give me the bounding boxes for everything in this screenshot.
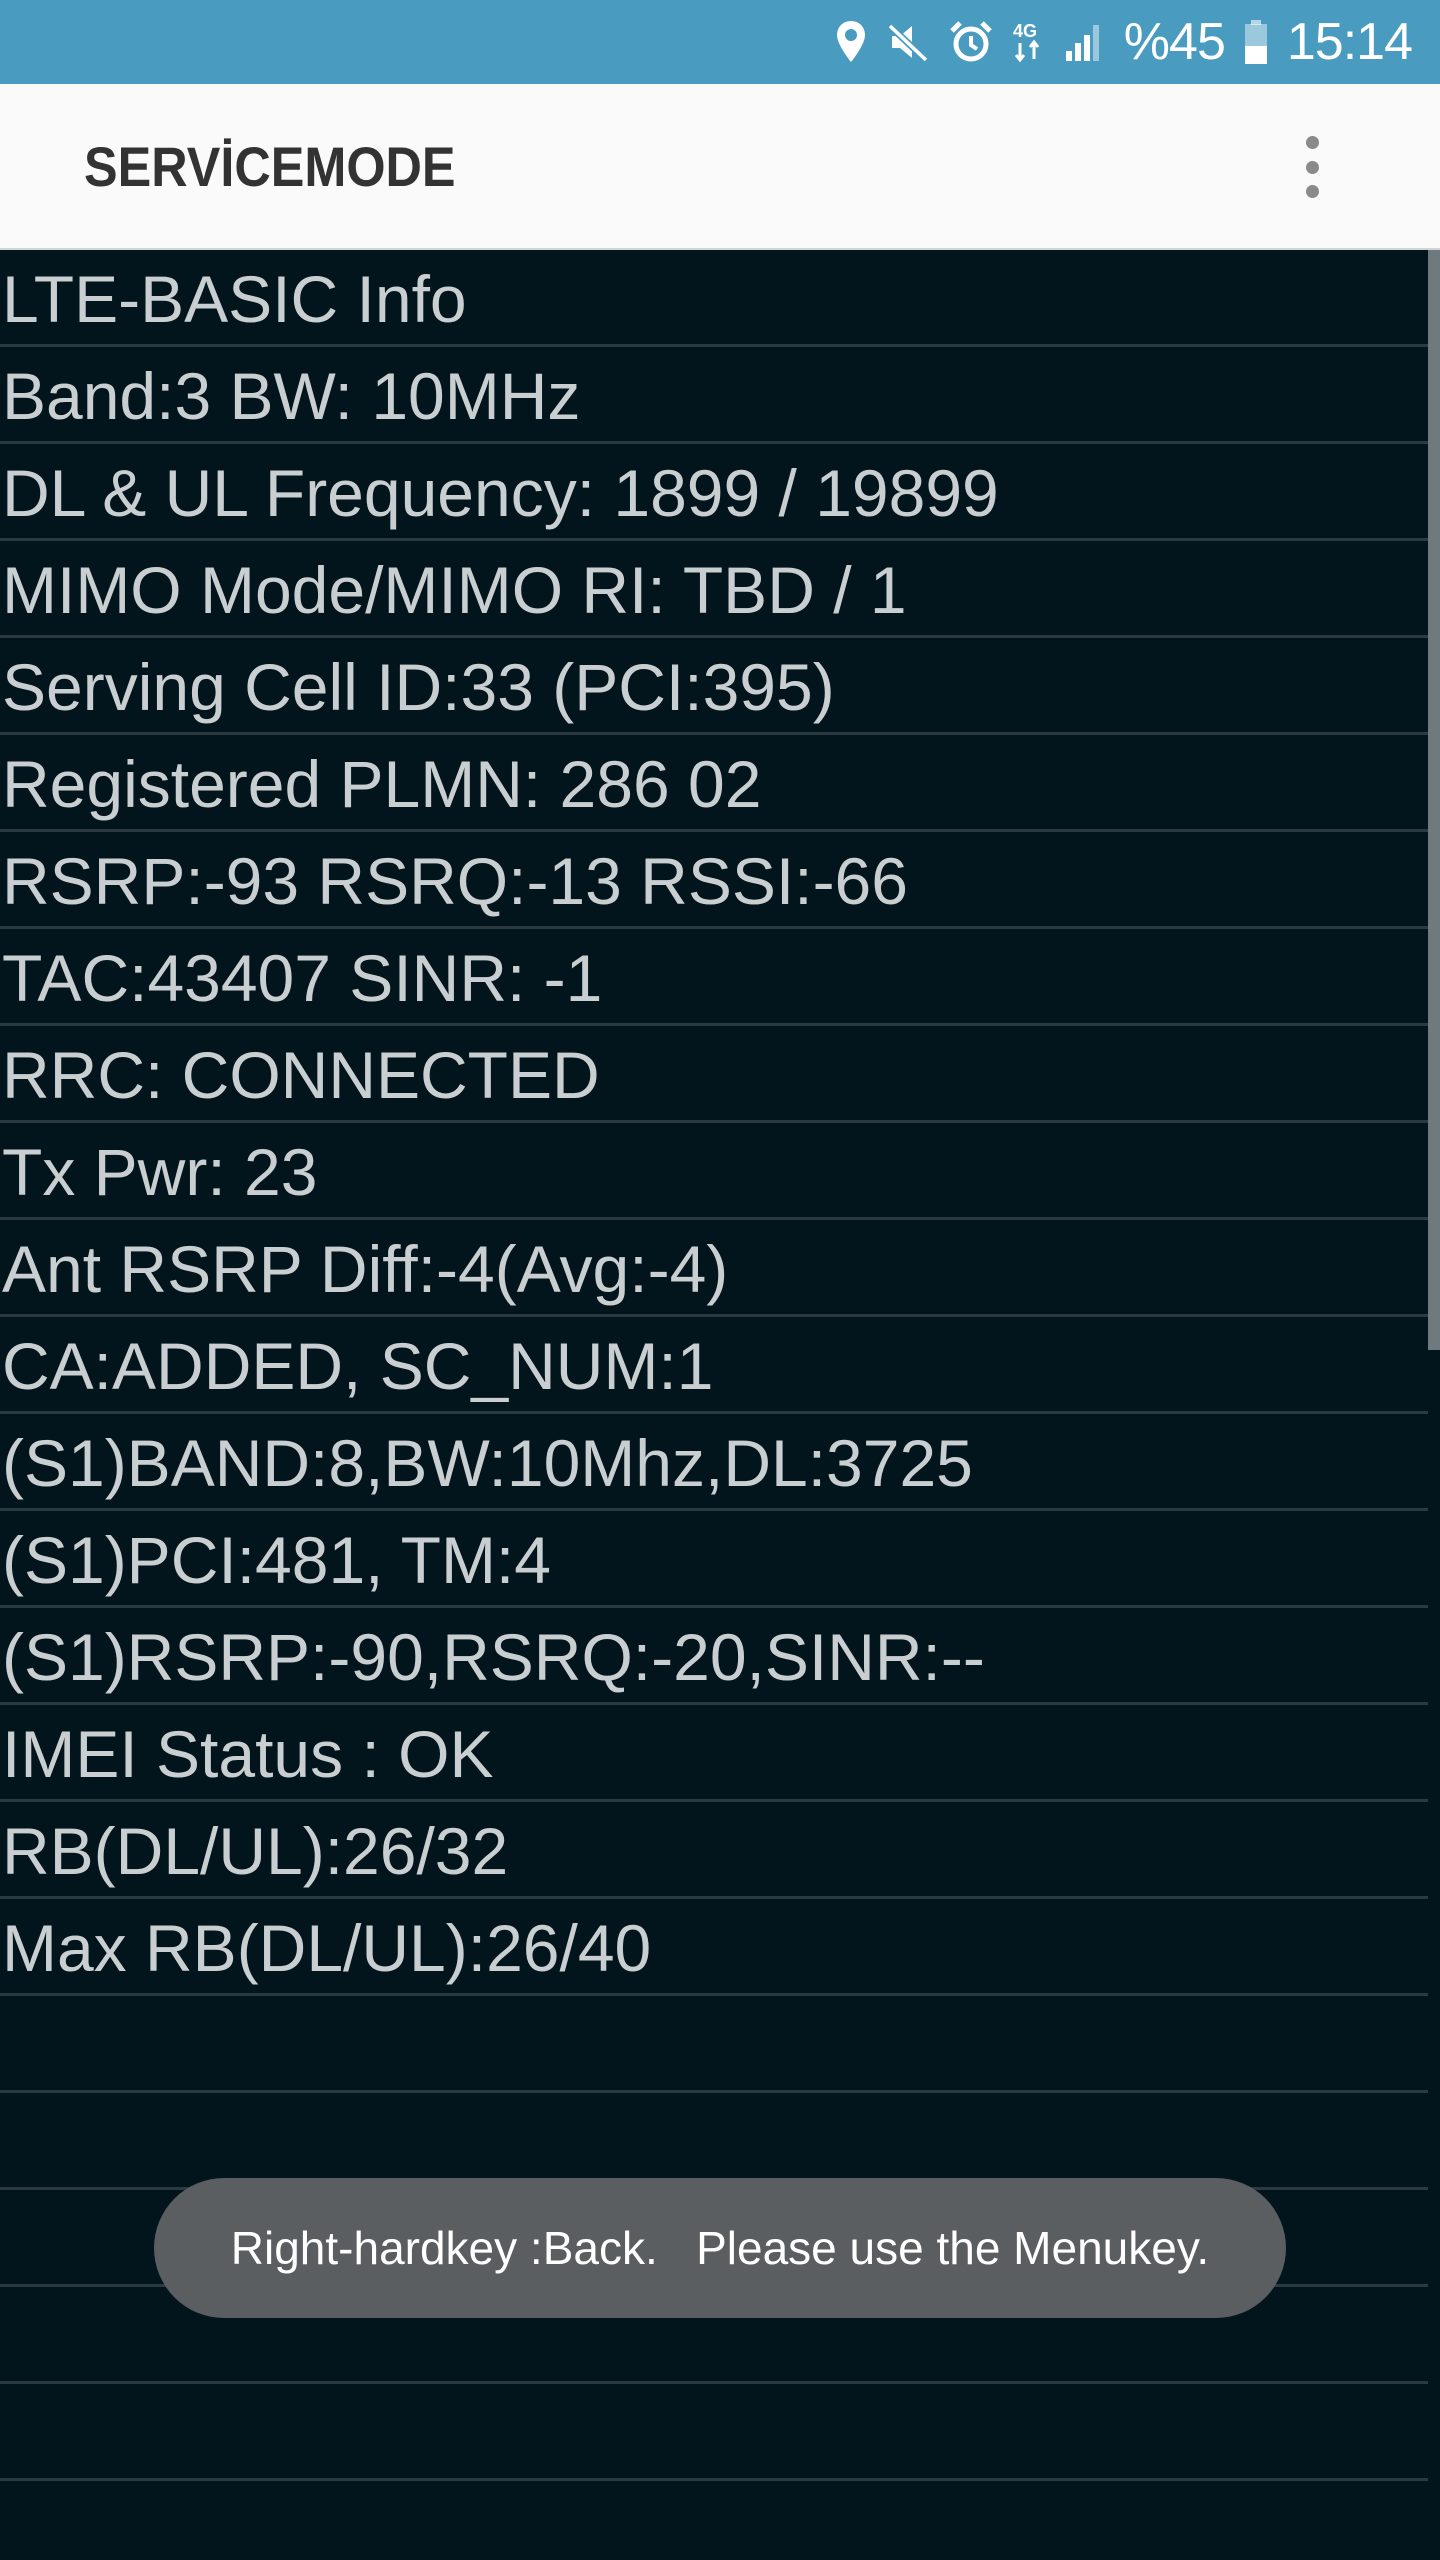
alarm-icon: [948, 19, 994, 65]
status-bar: 4G %45 15:14: [0, 0, 1440, 84]
info-row-empty: [0, 2384, 1428, 2481]
info-row: (S1)RSRP:-90,RSRQ:-20,SINR:--: [0, 1608, 1428, 1705]
info-row: CA:ADDED, SC_NUM:1: [0, 1317, 1428, 1414]
mute-icon: [886, 20, 930, 64]
network-label: 4G: [1013, 21, 1037, 41]
info-row: Registered PLMN: 286 02: [0, 735, 1428, 832]
menu-dot: [1305, 160, 1319, 174]
info-row: Band:3 BW: 10MHz: [0, 347, 1428, 444]
info-row: RSRP:-93 RSRQ:-13 RSSI:-66: [0, 832, 1428, 929]
battery-fill: [1244, 46, 1267, 64]
toast-message: Right-hardkey :Back. Please use the Menu…: [154, 2178, 1286, 2318]
info-row: RRC: CONNECTED: [0, 1026, 1428, 1123]
info-row: Tx Pwr: 23: [0, 1123, 1428, 1220]
status-icons: 4G %45 15:14: [834, 0, 1413, 84]
battery-icon: [1243, 19, 1269, 65]
more-vert-icon[interactable]: [1282, 136, 1342, 198]
scrollbar[interactable]: [1428, 250, 1440, 1350]
info-row: MIMO Mode/MIMO RI: TBD / 1: [0, 541, 1428, 638]
app-bar: SERVİCEMODE: [0, 84, 1440, 250]
info-row: LTE-BASIC Info: [0, 250, 1428, 347]
info-row-empty: [0, 2481, 1428, 2560]
menu-dot: [1305, 185, 1319, 198]
4g-data-icon: 4G: [1012, 19, 1046, 65]
signal-icon: [1064, 21, 1106, 63]
battery-percent: %45: [1123, 13, 1226, 71]
info-row: (S1)PCI:481, TM:4: [0, 1511, 1428, 1608]
info-row-empty: [0, 2093, 1428, 2190]
info-row: RB(DL/UL):26/32: [0, 1802, 1428, 1899]
app-title: SERVİCEMODE: [84, 135, 456, 198]
info-row: TAC:43407 SINR: -1: [0, 929, 1428, 1026]
info-row: IMEI Status : OK: [0, 1705, 1428, 1802]
info-row: Max RB(DL/UL):26/40: [0, 1899, 1428, 1996]
info-row: (S1)BAND:8,BW:10Mhz,DL:3725: [0, 1414, 1428, 1511]
info-row: Ant RSRP Diff:-4(Avg:-4): [0, 1220, 1428, 1317]
info-row: Serving Cell ID:33 (PCI:395): [0, 638, 1428, 735]
menu-dot: [1305, 136, 1319, 149]
info-row-empty: [0, 1996, 1428, 2093]
clock: 15:14: [1286, 13, 1413, 71]
location-icon: [834, 19, 868, 65]
info-row: DL & UL Frequency: 1899 / 19899: [0, 444, 1428, 541]
